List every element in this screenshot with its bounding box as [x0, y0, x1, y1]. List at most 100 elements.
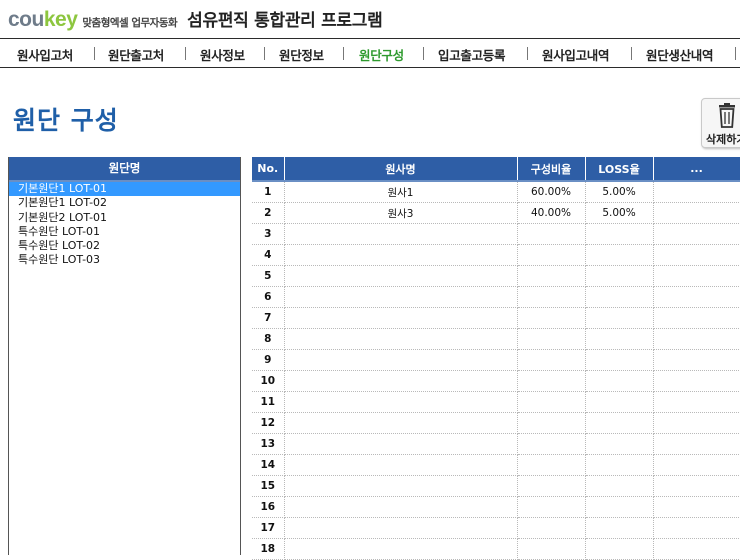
nav-item-fabric-outbound[interactable]: 원단출고처: [108, 45, 164, 64]
ratio-cell[interactable]: [517, 433, 586, 455]
yarn-name-cell[interactable]: [284, 307, 518, 329]
loss-cell[interactable]: [585, 328, 654, 350]
list-item[interactable]: 기본원단1 LOT-02: [9, 196, 240, 210]
nav-item-fabric-composition[interactable]: 원단구성: [359, 45, 404, 64]
nav-item-yarn-inbound-history[interactable]: 원사입고내역: [542, 45, 610, 64]
delete-button[interactable]: 삭제하기: [701, 98, 740, 148]
table-row[interactable]: 6: [252, 286, 740, 308]
table-row[interactable]: 13: [252, 433, 740, 455]
nav-item-fabric-info[interactable]: 원단정보: [279, 45, 324, 64]
yarn-name-cell[interactable]: [284, 538, 518, 560]
loss-cell[interactable]: [585, 265, 654, 287]
extra-cell[interactable]: [653, 538, 740, 560]
yarn-name-cell[interactable]: [284, 244, 518, 266]
list-item[interactable]: 기본원단2 LOT-01: [9, 211, 240, 225]
list-item[interactable]: 특수원단 LOT-01: [9, 225, 240, 239]
loss-cell[interactable]: [585, 349, 654, 371]
ratio-cell[interactable]: [517, 223, 586, 245]
extra-cell[interactable]: [653, 286, 740, 308]
table-row[interactable]: 11: [252, 391, 740, 413]
yarn-name-cell[interactable]: [284, 391, 518, 413]
table-row[interactable]: 2 원사3 40.00% 5.00%: [252, 202, 740, 224]
extra-cell[interactable]: [653, 370, 740, 392]
table-row[interactable]: 12: [252, 412, 740, 434]
table-row[interactable]: 4: [252, 244, 740, 266]
yarn-name-cell[interactable]: [284, 412, 518, 434]
extra-cell[interactable]: [653, 349, 740, 371]
loss-cell[interactable]: [585, 307, 654, 329]
ratio-cell[interactable]: [517, 307, 586, 329]
loss-cell[interactable]: [585, 286, 654, 308]
loss-cell[interactable]: [585, 433, 654, 455]
loss-cell[interactable]: [585, 454, 654, 476]
ratio-cell[interactable]: [517, 412, 586, 434]
yarn-name-cell[interactable]: [284, 517, 518, 539]
ratio-cell[interactable]: [517, 496, 586, 518]
nav-item-fabric-production-history[interactable]: 원단생산내역: [646, 45, 714, 64]
yarn-name-cell[interactable]: [284, 286, 518, 308]
table-row[interactable]: 7: [252, 307, 740, 329]
loss-cell[interactable]: [585, 517, 654, 539]
extra-cell[interactable]: [653, 454, 740, 476]
yarn-name-cell[interactable]: [284, 433, 518, 455]
yarn-name-cell[interactable]: 원사1: [284, 181, 518, 203]
loss-cell[interactable]: 5.00%: [585, 181, 654, 203]
nav-item-yarn-info[interactable]: 원사정보: [200, 45, 245, 64]
ratio-cell[interactable]: [517, 370, 586, 392]
ratio-cell[interactable]: 60.00%: [517, 181, 586, 203]
fabric-list[interactable]: 원단명 기본원단1 LOT-01 기본원단1 LOT-02 기본원단2 LOT-…: [8, 157, 241, 555]
extra-cell[interactable]: [653, 244, 740, 266]
table-row[interactable]: 9: [252, 349, 740, 371]
nav-item-yarn-supplier[interactable]: 원사입고처: [17, 45, 73, 64]
loss-cell[interactable]: [585, 370, 654, 392]
table-row[interactable]: 8: [252, 328, 740, 350]
table-row[interactable]: 1 원사1 60.00% 5.00%: [252, 181, 740, 203]
loss-cell[interactable]: [585, 391, 654, 413]
yarn-name-cell[interactable]: [284, 265, 518, 287]
loss-cell[interactable]: [585, 538, 654, 560]
extra-cell[interactable]: [653, 475, 740, 497]
extra-cell[interactable]: [653, 202, 740, 224]
list-item[interactable]: 기본원단1 LOT-01: [9, 182, 240, 197]
ratio-cell[interactable]: [517, 475, 586, 497]
extra-cell[interactable]: [653, 517, 740, 539]
extra-cell[interactable]: [653, 496, 740, 518]
ratio-cell[interactable]: [517, 517, 586, 539]
ratio-cell[interactable]: [517, 454, 586, 476]
yarn-name-cell[interactable]: [284, 349, 518, 371]
yarn-name-cell[interactable]: [284, 370, 518, 392]
list-item[interactable]: 특수원단 LOT-02: [9, 239, 240, 253]
table-row[interactable]: 16: [252, 496, 740, 518]
list-item[interactable]: 특수원단 LOT-03: [9, 253, 240, 267]
ratio-cell[interactable]: [517, 286, 586, 308]
table-row[interactable]: 14: [252, 454, 740, 476]
loss-cell[interactable]: [585, 475, 654, 497]
ratio-cell[interactable]: 40.00%: [517, 202, 586, 224]
ratio-cell[interactable]: [517, 265, 586, 287]
loss-cell[interactable]: 5.00%: [585, 202, 654, 224]
loss-cell[interactable]: [585, 496, 654, 518]
extra-cell[interactable]: [653, 328, 740, 350]
yarn-name-cell[interactable]: [284, 328, 518, 350]
nav-item-io-register[interactable]: 입고출고등록: [438, 45, 506, 64]
table-row[interactable]: 17: [252, 517, 740, 539]
yarn-name-cell[interactable]: [284, 223, 518, 245]
ratio-cell[interactable]: [517, 391, 586, 413]
yarn-name-cell[interactable]: [284, 454, 518, 476]
extra-cell[interactable]: [653, 181, 740, 203]
table-row[interactable]: 10: [252, 370, 740, 392]
extra-cell[interactable]: [653, 433, 740, 455]
ratio-cell[interactable]: [517, 244, 586, 266]
extra-cell[interactable]: [653, 223, 740, 245]
table-row[interactable]: 5: [252, 265, 740, 287]
loss-cell[interactable]: [585, 412, 654, 434]
ratio-cell[interactable]: [517, 328, 586, 350]
extra-cell[interactable]: [653, 265, 740, 287]
yarn-name-cell[interactable]: 원사3: [284, 202, 518, 224]
loss-cell[interactable]: [585, 244, 654, 266]
ratio-cell[interactable]: [517, 538, 586, 560]
yarn-name-cell[interactable]: [284, 475, 518, 497]
extra-cell[interactable]: [653, 391, 740, 413]
ratio-cell[interactable]: [517, 349, 586, 371]
yarn-name-cell[interactable]: [284, 496, 518, 518]
